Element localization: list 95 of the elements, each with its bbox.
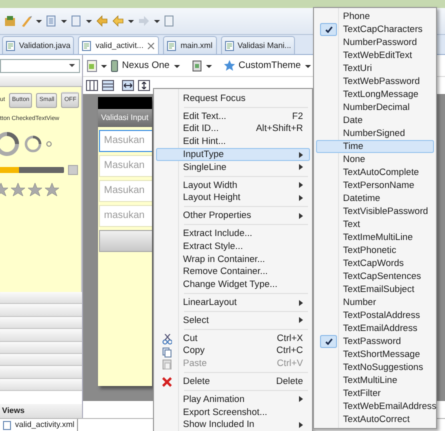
menu-item[interactable]: Date [316,114,434,127]
menu-item[interactable]: TextImeMultiLine [316,231,434,244]
menu-item[interactable]: LinearLayout [156,296,310,309]
menu-item[interactable]: TextNoSuggestions [316,361,434,374]
orientation-icon[interactable] [192,60,202,72]
menu-item[interactable]: TextCapSentences [316,270,434,283]
menu-item[interactable]: Layout Width [156,178,310,192]
file-icon [6,40,15,50]
menu-item[interactable]: Phone [316,10,434,23]
menu-item[interactable]: TextPassword [316,335,434,348]
rows-icon[interactable] [102,80,114,91]
menu-item[interactable]: InputType [156,148,310,161]
menu-item[interactable]: TextPersonName [316,179,434,192]
caret-icon[interactable] [61,17,67,25]
menu-item[interactable]: Cut Ctrl+X [156,332,310,345]
editor-tab[interactable]: Validation.java [2,36,74,54]
brush-icon[interactable] [20,15,32,27]
phone-icon[interactable] [111,60,118,72]
menu-item[interactable]: Wrap in Container... [156,252,310,266]
menu-item[interactable]: TextCapCharacters [316,23,434,36]
menu-item[interactable]: TextWebEditText [316,49,434,62]
menu-item[interactable]: Time [316,140,434,153]
menu-item[interactable]: Play Animation [156,392,310,406]
caret-icon[interactable] [128,17,134,25]
editor-tab[interactable]: valid_activit... [78,36,160,54]
menu-item[interactable]: Number [316,296,434,309]
menu-item[interactable]: Request Focus [156,92,310,105]
star-icon[interactable] [224,60,235,71]
menu-item[interactable]: Edit Hint... [156,135,310,148]
copy-icon [162,346,172,358]
menu-item[interactable]: TextPhonetic [316,244,434,257]
menu-item[interactable]: TextAutoComplete [316,166,434,179]
menu-item[interactable]: TextLongMessage [316,88,434,101]
menu-item[interactable]: SingleLine [156,160,310,174]
menu-item[interactable]: Datetime [316,192,434,205]
columns-icon[interactable] [86,80,98,91]
menu-item[interactable]: Export Screenshot... [156,406,310,419]
progress-ring-icon [24,135,42,154]
close-icon[interactable] [147,42,156,50]
caret-icon[interactable] [69,63,75,69]
menu-item[interactable]: TextShortMessage [316,348,434,361]
menu-item[interactable]: Delete Delete [156,375,310,388]
editor-tab[interactable]: valid_activity.xml [0,419,78,431]
arrow-left-icon[interactable] [112,15,124,27]
menu-item[interactable]: TextFilter [316,387,434,400]
menu-item[interactable]: Copy Ctrl+C [156,344,310,358]
fit-width-icon[interactable] [122,80,134,91]
progress-ring-icon [0,131,20,158]
theme-dropdown[interactable]: CustomTheme [238,60,301,72]
menu-item[interactable]: TextMultiLine [316,374,434,387]
menu-item[interactable]: Remove Container... [156,266,310,278]
arrow-left-icon[interactable] [96,15,108,27]
menu-item[interactable]: Edit ID... Alt+Shift+R [156,122,310,136]
menu-item[interactable]: TextWebPassword [316,75,434,88]
folder-icon[interactable] [4,15,16,27]
menu-item[interactable]: TextVisiblePassword [316,205,434,218]
menu-item[interactable]: TextEmailSubject [316,283,434,296]
menu-item[interactable]: Other Properties [156,209,310,222]
caret-icon[interactable] [86,17,92,25]
menu-item[interactable]: Layout Height [156,192,310,204]
file-icon [224,40,234,50]
menu-item[interactable]: Show Included In [156,418,310,431]
app-title: Validasi Input [98,109,152,127]
menu-item[interactable]: TextAutoCorrect [316,413,434,426]
menu-item[interactable]: Text [316,218,434,231]
file-icon [167,40,176,50]
square-icon [68,165,78,176]
menu-item[interactable]: NumberPassword [316,36,434,49]
progress-ring-icon [46,141,52,148]
palette-category[interactable]: Views [0,404,82,418]
menu-item[interactable]: NumberSigned [316,127,434,140]
scissors-icon [162,334,172,345]
menu-item[interactable]: None [316,153,434,166]
editor-tab[interactable]: main.xml [163,36,216,54]
file-icon [82,40,92,50]
menu-item[interactable]: Extract Include... [156,227,310,240]
menu-item[interactable]: TextEmailAddress [316,322,434,335]
menu-item[interactable]: TextUri [316,62,434,75]
menu-item[interactable]: NumberDecimal [316,101,434,114]
search-field[interactable] [0,59,80,73]
status-bar [98,97,152,109]
fit-height-icon[interactable] [138,80,150,91]
delete-icon [162,377,172,388]
menu-item[interactable]: Change Widget Type... [156,278,310,292]
menu-item[interactable]: TextPostalAddress [316,309,434,322]
menu-item[interactable]: Edit Text... F2 [156,110,310,123]
menu-item[interactable]: TextWebEmailAddress [316,400,434,413]
menu-item[interactable]: Extract Style... [156,240,310,253]
device-dropdown[interactable]: Nexus One [122,60,170,72]
clipboard-icon [162,359,172,370]
caret-icon[interactable] [36,17,42,25]
editor-tab[interactable]: Validasi Mani... [220,36,296,54]
menu-item[interactable]: TextCapWords [316,257,434,270]
menu-item[interactable]: Select [156,314,310,327]
caret-icon[interactable] [154,17,160,25]
